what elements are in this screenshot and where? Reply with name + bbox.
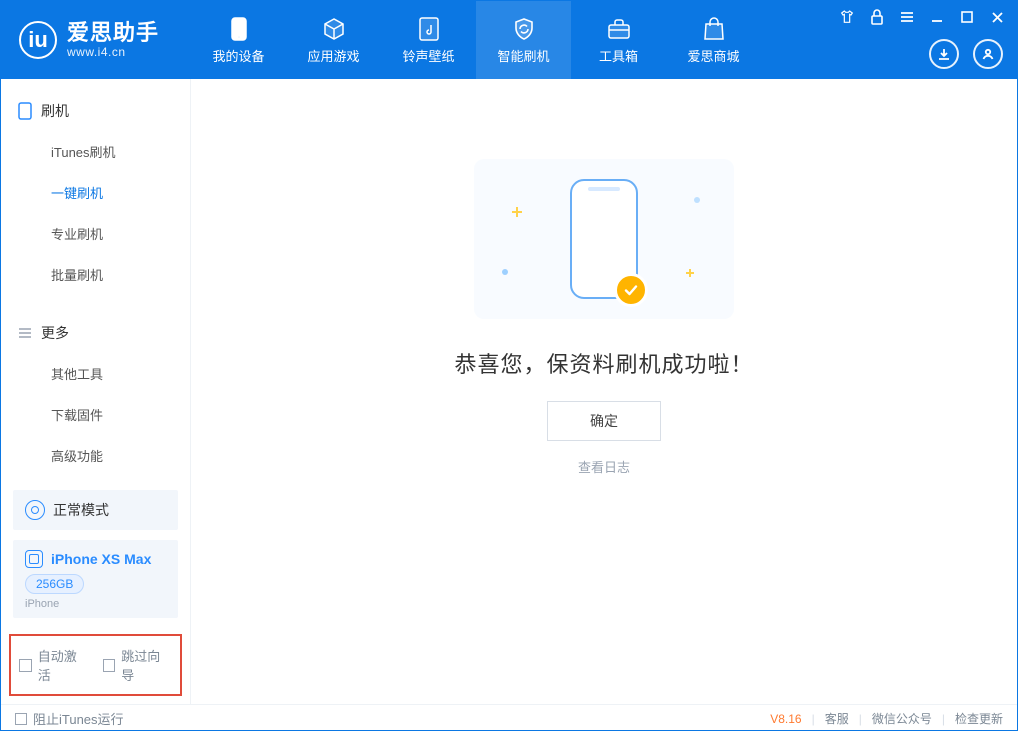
checkbox-label: 阻止iTunes运行	[33, 709, 124, 728]
view-log-link[interactable]: 查看日志	[578, 457, 630, 476]
phone-icon	[226, 16, 252, 42]
account-button[interactable]	[973, 39, 1003, 69]
device-icon	[25, 550, 43, 568]
tab-apps[interactable]: 应用游戏	[286, 1, 381, 79]
checkbox-icon	[15, 713, 27, 725]
status-link-support[interactable]: 客服	[825, 710, 849, 727]
tab-label: 铃声壁纸	[402, 46, 454, 65]
device-mode-label: 正常模式	[53, 500, 109, 520]
sidebar-group-more: 更多	[1, 315, 190, 351]
status-link-wechat[interactable]: 微信公众号	[872, 710, 932, 727]
sidebar-item-download-firmware[interactable]: 下载固件	[1, 394, 190, 435]
check-badge-icon	[614, 273, 648, 307]
app-title: 爱思助手	[67, 20, 159, 45]
tab-my-device[interactable]: 我的设备	[191, 1, 286, 79]
sparkle-icon	[686, 269, 694, 277]
bag-icon	[701, 16, 727, 42]
checkbox-skip-guide[interactable]: 跳过向导	[103, 646, 173, 684]
shirt-icon[interactable]	[837, 7, 857, 27]
app-header: iu 爱思助手 www.i4.cn 我的设备 应用游戏 铃声壁纸	[1, 1, 1017, 79]
phone-illustration-icon	[570, 179, 638, 299]
tab-ringtones[interactable]: 铃声壁纸	[381, 1, 476, 79]
tab-label: 应用游戏	[307, 46, 359, 65]
sidebar-item-batch-flash[interactable]: 批量刷机	[1, 254, 190, 295]
top-nav: 我的设备 应用游戏 铃声壁纸 智能刷机 工具箱	[191, 1, 761, 79]
device-capacity: 256GB	[25, 574, 84, 594]
logo-icon: iu	[19, 21, 57, 59]
tab-label: 我的设备	[212, 46, 264, 65]
device-type: iPhone	[25, 598, 166, 610]
tab-label: 智能刷机	[497, 46, 549, 65]
device-card[interactable]: iPhone XS Max 256GB iPhone	[13, 540, 178, 618]
dot-icon	[502, 269, 508, 275]
tab-flash[interactable]: 智能刷机	[476, 1, 571, 79]
sidebar-item-advanced[interactable]: 高级功能	[1, 435, 190, 476]
status-link-update[interactable]: 检查更新	[955, 710, 1003, 727]
sidebar-item-itunes-flash[interactable]: iTunes刷机	[1, 131, 190, 172]
mode-icon	[25, 500, 45, 520]
sidebar-item-pro-flash[interactable]: 专业刷机	[1, 213, 190, 254]
tab-label: 爱思商城	[687, 46, 739, 65]
success-illustration	[474, 159, 734, 319]
sparkle-icon	[512, 207, 522, 217]
sidebar-group-flash: 刷机	[1, 93, 190, 129]
menu-icon[interactable]	[897, 7, 917, 27]
status-bar: 阻止iTunes运行 V8.16 | 客服 | 微信公众号 | 检查更新	[1, 704, 1017, 732]
shield-sync-icon	[511, 16, 537, 42]
checkbox-label: 自动激活	[38, 646, 89, 684]
tab-label: 工具箱	[599, 46, 638, 65]
tab-toolbox[interactable]: 工具箱	[571, 1, 666, 79]
dot-icon	[694, 197, 700, 203]
logo-block: iu 爱思助手 www.i4.cn	[1, 1, 191, 79]
main-content: 恭喜您，保资料刷机成功啦！ 确定 查看日志	[191, 79, 1017, 704]
tab-store[interactable]: 爱思商城	[666, 1, 761, 79]
download-button[interactable]	[929, 39, 959, 69]
list-icon	[17, 325, 33, 341]
sidebar: 刷机 iTunes刷机 一键刷机 专业刷机 批量刷机 更多 其他工具 下载固件 …	[1, 79, 191, 704]
window-controls	[837, 7, 1007, 27]
options-row: 自动激活 跳过向导	[9, 634, 182, 696]
toolbox-icon	[606, 16, 632, 42]
sidebar-item-oneclick-flash[interactable]: 一键刷机	[1, 172, 190, 213]
music-file-icon	[416, 16, 442, 42]
checkbox-icon	[19, 659, 32, 672]
device-name: iPhone XS Max	[51, 551, 151, 567]
version-label: V8.16	[770, 712, 801, 726]
confirm-button[interactable]: 确定	[547, 401, 661, 441]
maximize-button[interactable]	[957, 7, 977, 27]
device-mode[interactable]: 正常模式	[13, 490, 178, 530]
success-message: 恭喜您，保资料刷机成功啦！	[454, 347, 753, 379]
app-subtitle: www.i4.cn	[67, 46, 159, 60]
sidebar-group-title: 刷机	[41, 101, 69, 121]
checkbox-icon	[103, 659, 116, 672]
cube-icon	[321, 16, 347, 42]
sidebar-item-other-tools[interactable]: 其他工具	[1, 353, 190, 394]
lock-icon[interactable]	[867, 7, 887, 27]
sidebar-group-title: 更多	[41, 323, 69, 343]
phone-outline-icon	[17, 103, 33, 119]
checkbox-label: 跳过向导	[121, 646, 172, 684]
close-button[interactable]	[987, 7, 1007, 27]
minimize-button[interactable]	[927, 7, 947, 27]
checkbox-block-itunes[interactable]: 阻止iTunes运行	[15, 709, 124, 728]
checkbox-auto-activate[interactable]: 自动激活	[19, 646, 89, 684]
